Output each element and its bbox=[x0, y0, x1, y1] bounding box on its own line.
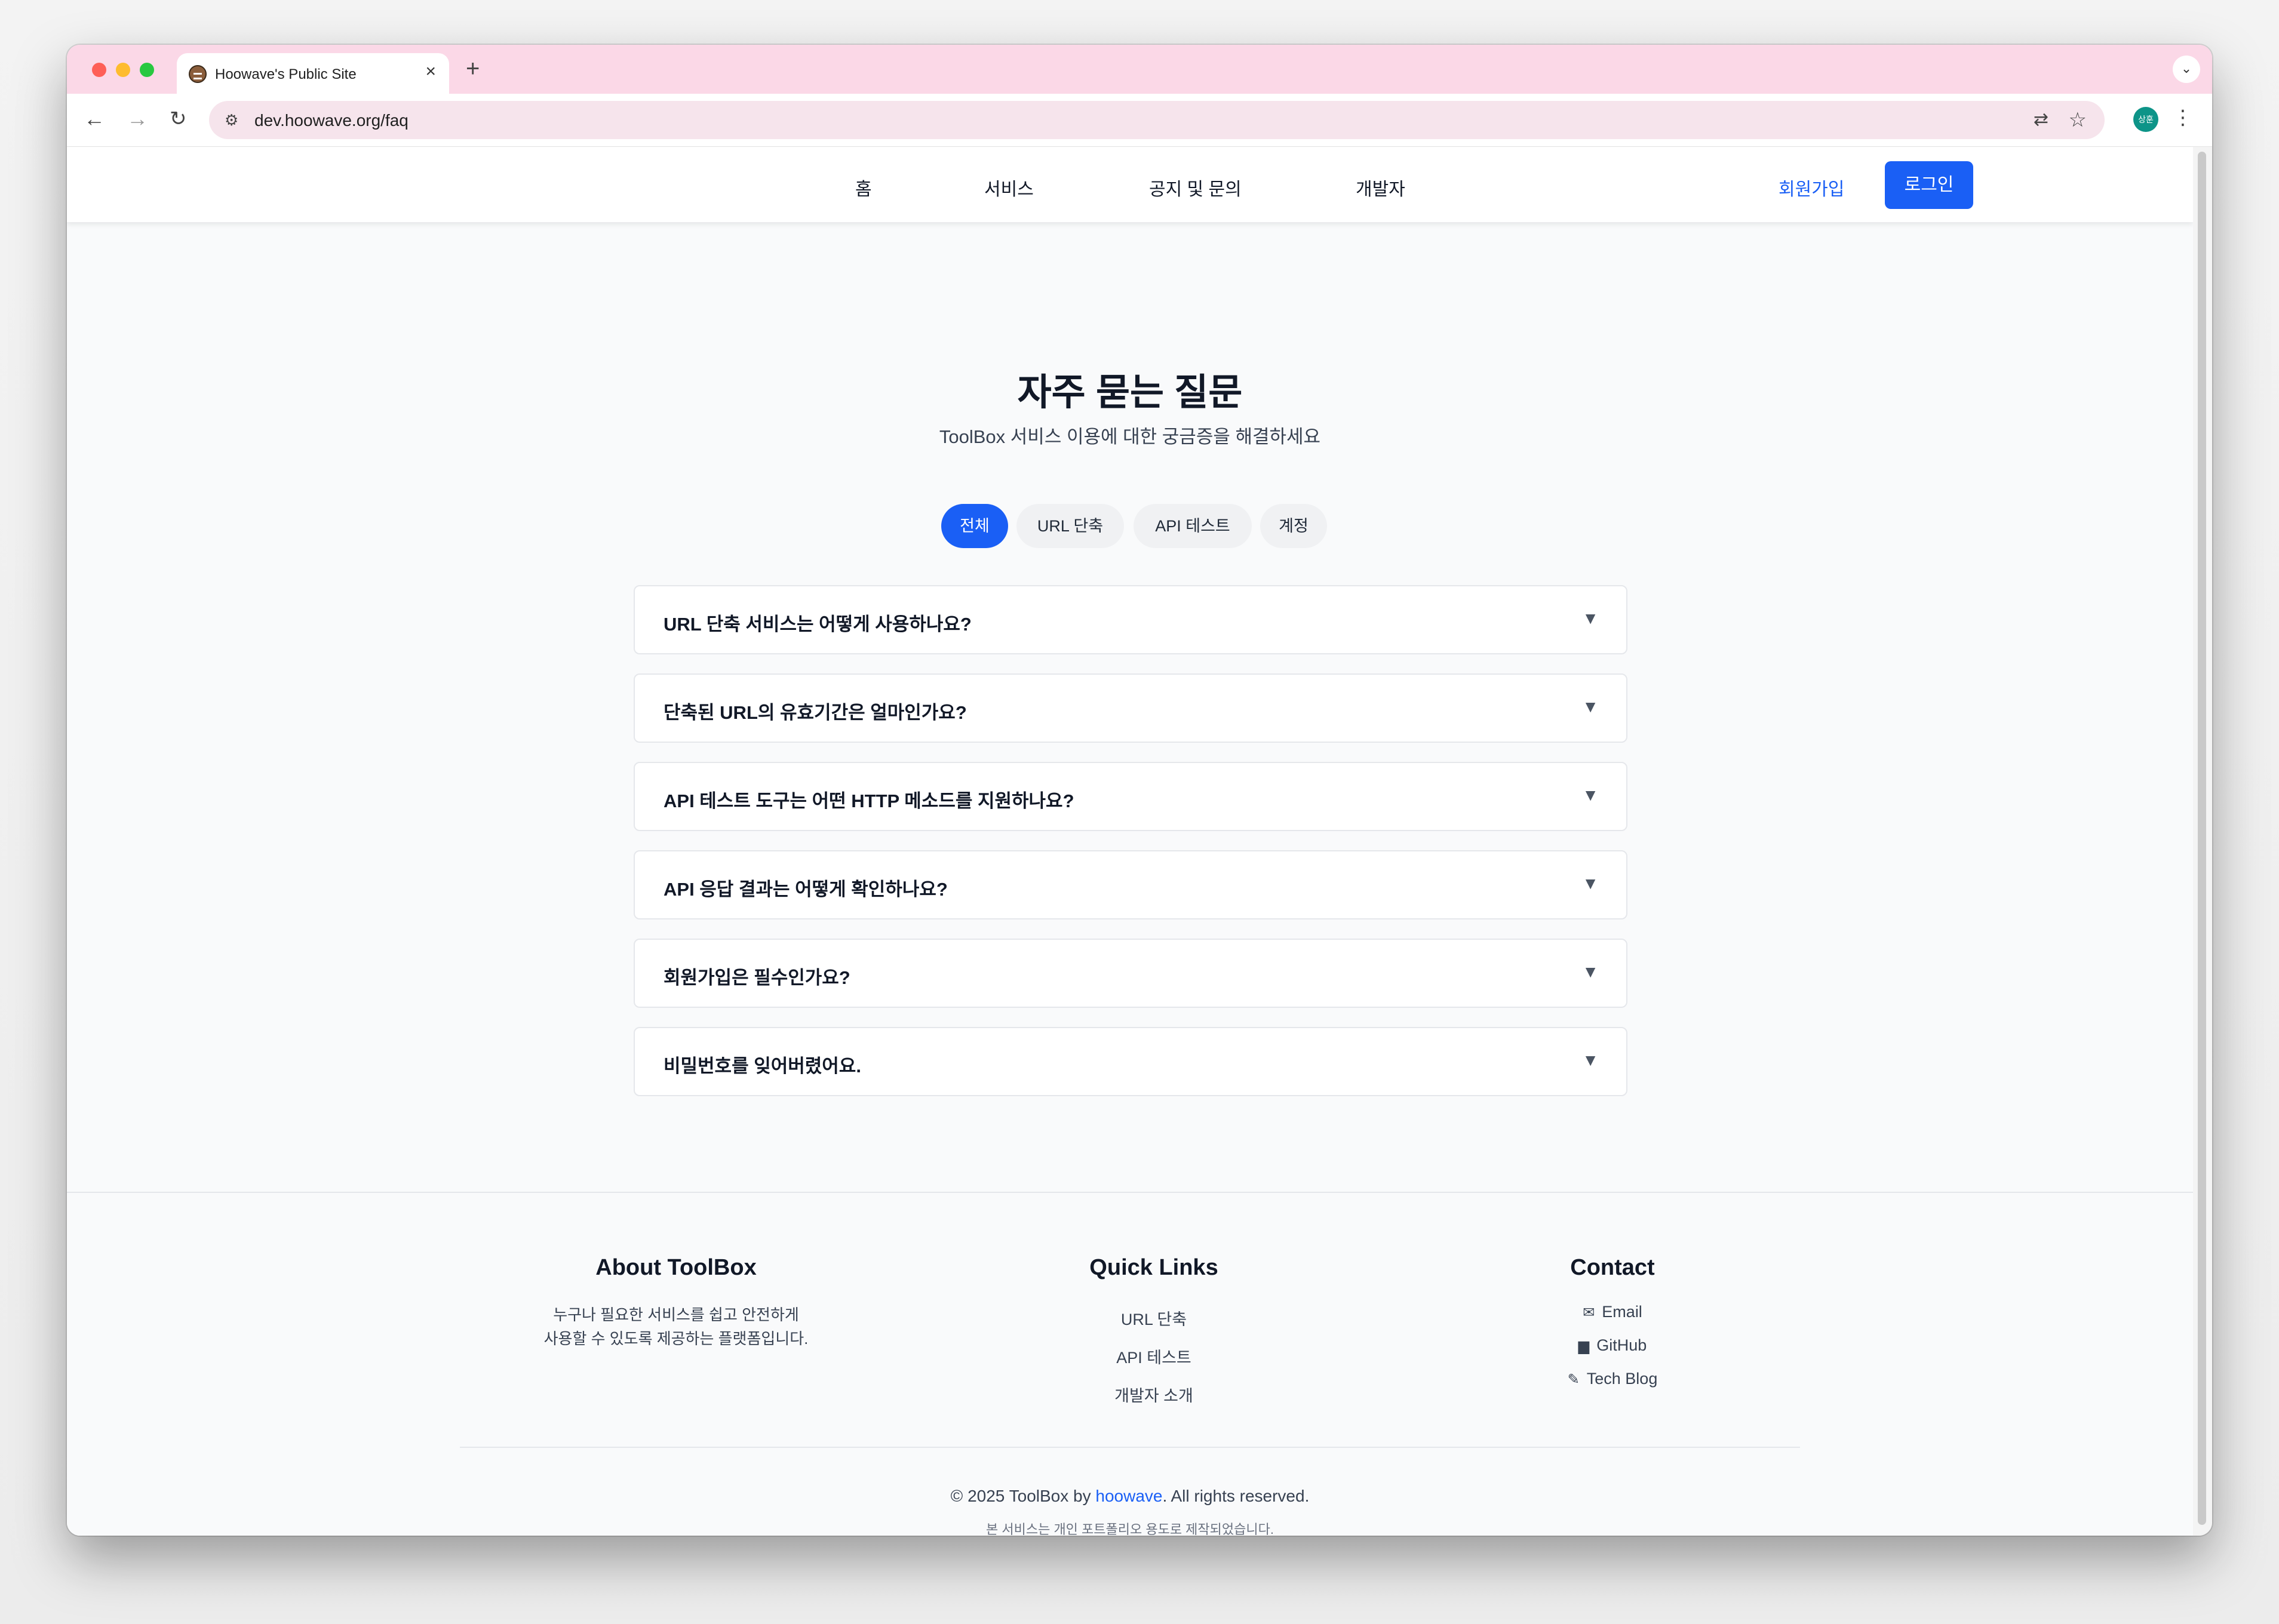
contact-github[interactable]: ▆ GitHub bbox=[1469, 1336, 1756, 1355]
forward-arrow-icon[interactable]: → bbox=[127, 107, 148, 131]
close-window-button[interactable] bbox=[92, 63, 106, 77]
contact-blog[interactable]: ✎ Tech Blog bbox=[1469, 1370, 1756, 1388]
scrollbar[interactable] bbox=[2193, 147, 2212, 1536]
page-title: 자주 묻는 질문 bbox=[1017, 372, 1243, 413]
faq-question: API 테스트 도구는 어떤 HTTP 메소드를 지원하나요? bbox=[664, 791, 1074, 811]
site-info-icon[interactable]: ⚙ bbox=[225, 111, 238, 130]
footer-divider bbox=[460, 1447, 1800, 1448]
faq-item[interactable]: 회원가입은 필수인가요? ▼ bbox=[634, 939, 1627, 1008]
about-title: About ToolBox bbox=[595, 1255, 757, 1280]
faq-question: 단축된 URL의 유효기간은 얼마인가요? bbox=[664, 702, 967, 723]
faq-question: URL 단축 서비스는 어떻게 사용하나요? bbox=[664, 614, 972, 635]
copyright-suffix: . All rights reserved. bbox=[1162, 1487, 1310, 1505]
url-text[interactable]: dev.hoowave.org/faq bbox=[254, 111, 408, 130]
favicon-icon bbox=[189, 65, 207, 83]
chevron-down-icon: ▼ bbox=[1582, 697, 1599, 716]
faq-question: 회원가입은 필수인가요? bbox=[664, 967, 850, 988]
chevron-down-icon[interactable]: ⌄ bbox=[2173, 56, 2200, 83]
chevron-down-icon: ▼ bbox=[1582, 962, 1599, 981]
maximize-window-button[interactable] bbox=[140, 63, 154, 77]
about-text: 누구나 필요한 서비스를 쉽고 안전하게 사용할 수 있도록 제공하는 플랫폼입… bbox=[497, 1303, 855, 1351]
contact-email[interactable]: ✉ Email bbox=[1469, 1303, 1756, 1321]
faq-question: API 응답 결과는 어떻게 확인하나요? bbox=[664, 879, 948, 900]
contact-label: Email bbox=[1602, 1303, 1642, 1321]
copyright-text: © 2025 ToolBox by hoowave. All rights re… bbox=[67, 1487, 2193, 1506]
nav-developer[interactable]: 개발자 bbox=[1356, 174, 1405, 201]
browser-toolbar: ← → ↻ ⚙ dev.hoowave.org/faq ⇄ ☆ 상훈 ⋮ bbox=[67, 94, 2212, 147]
site-header: 홈 서비스 공지 및 문의 개발자 회원가입 로그인 bbox=[67, 147, 2193, 222]
browser-tab[interactable]: Hoowave's Public Site × bbox=[177, 53, 449, 94]
chevron-down-icon: ▼ bbox=[1582, 1051, 1599, 1069]
faq-item[interactable]: API 테스트 도구는 어떤 HTTP 메소드를 지원하나요? ▼ bbox=[634, 762, 1627, 831]
footer-link-developer[interactable]: 개발자 소개 bbox=[1010, 1383, 1297, 1406]
contact-title: Contact bbox=[1570, 1255, 1655, 1280]
new-tab-icon[interactable]: + bbox=[466, 57, 480, 81]
chevron-down-icon: ▼ bbox=[1582, 609, 1599, 628]
faq-item[interactable]: 단축된 URL의 유효기간은 얼마인가요? ▼ bbox=[634, 673, 1627, 743]
copyright-prefix: © 2025 ToolBox by bbox=[950, 1487, 1096, 1505]
faq-item[interactable]: API 응답 결과는 어떻게 확인하나요? ▼ bbox=[634, 850, 1627, 919]
quick-links-title: Quick Links bbox=[1089, 1255, 1218, 1280]
signup-link[interactable]: 회원가입 bbox=[1779, 174, 1844, 201]
more-menu-icon[interactable]: ⋮ bbox=[2173, 106, 2193, 130]
faq-item[interactable]: URL 단축 서비스는 어떻게 사용하나요? ▼ bbox=[634, 585, 1627, 654]
category-url[interactable]: URL 단축 bbox=[1016, 504, 1124, 548]
nav-notice[interactable]: 공지 및 문의 bbox=[1149, 174, 1242, 201]
tab-title: Hoowave's Public Site bbox=[215, 66, 357, 82]
chevron-down-icon: ▼ bbox=[1582, 786, 1599, 804]
reload-icon[interactable]: ↻ bbox=[170, 107, 187, 131]
nav-home[interactable]: 홈 bbox=[855, 174, 872, 201]
address-bar[interactable]: ⚙ dev.hoowave.org/faq ⇄ ☆ bbox=[209, 101, 2105, 139]
minimize-window-button[interactable] bbox=[116, 63, 130, 77]
about-line: 누구나 필요한 서비스를 쉽고 안전하게 bbox=[553, 1306, 799, 1324]
category-all[interactable]: 전체 bbox=[941, 504, 1008, 548]
nav-services[interactable]: 서비스 bbox=[984, 174, 1034, 201]
login-button[interactable]: 로그인 bbox=[1885, 161, 1973, 209]
site-footer: About ToolBox 누구나 필요한 서비스를 쉽고 안전하게 사용할 수… bbox=[67, 1192, 2193, 1536]
about-line: 사용할 수 있도록 제공하는 플랫폼입니다. bbox=[543, 1330, 809, 1348]
footnote-text: 본 서비스는 개인 포트폴리오 용도로 제작되었습니다. bbox=[986, 1522, 1274, 1536]
tab-close-icon[interactable]: × bbox=[425, 63, 436, 81]
author-link[interactable]: hoowave bbox=[1095, 1487, 1162, 1505]
translate-icon[interactable]: ⇄ bbox=[2034, 109, 2048, 130]
footer-link-url[interactable]: URL 단축 bbox=[1010, 1306, 1297, 1330]
faq-question: 비밀번호를 잊어버렸어요. bbox=[664, 1056, 861, 1076]
bookmark-star-icon[interactable]: ☆ bbox=[2069, 108, 2087, 132]
category-api[interactable]: API 테스트 bbox=[1134, 504, 1252, 548]
category-filter: 전체 URL 단축 API 테스트 계정 bbox=[67, 504, 2193, 549]
page-viewport: 홈 서비스 공지 및 문의 개발자 회원가입 로그인 자주 묻는 질문 Tool… bbox=[67, 147, 2193, 1536]
faq-item[interactable]: 비밀번호를 잊어버렸어요. ▼ bbox=[634, 1027, 1627, 1096]
category-account[interactable]: 계정 bbox=[1260, 504, 1327, 548]
profile-avatar[interactable]: 상훈 bbox=[2133, 107, 2158, 132]
chevron-down-icon: ▼ bbox=[1582, 874, 1599, 893]
footer-link-api[interactable]: API 테스트 bbox=[1010, 1345, 1297, 1368]
tab-strip: Hoowave's Public Site × + ⌄ bbox=[67, 45, 2212, 94]
blog-icon: ✎ bbox=[1567, 1371, 1580, 1388]
page-subtitle: ToolBox 서비스 이용에 대한 궁금증을 해결하세요 bbox=[939, 426, 1321, 447]
back-arrow-icon[interactable]: ← bbox=[84, 107, 105, 131]
github-icon: ▆ bbox=[1578, 1338, 1590, 1354]
contact-label: GitHub bbox=[1596, 1336, 1647, 1354]
email-icon: ✉ bbox=[1583, 1305, 1595, 1321]
contact-label: Tech Blog bbox=[1586, 1370, 1658, 1388]
browser-window: Hoowave's Public Site × + ⌄ ← → ↻ ⚙ dev.… bbox=[67, 45, 2212, 1536]
scrollbar-thumb[interactable] bbox=[2198, 152, 2206, 1525]
